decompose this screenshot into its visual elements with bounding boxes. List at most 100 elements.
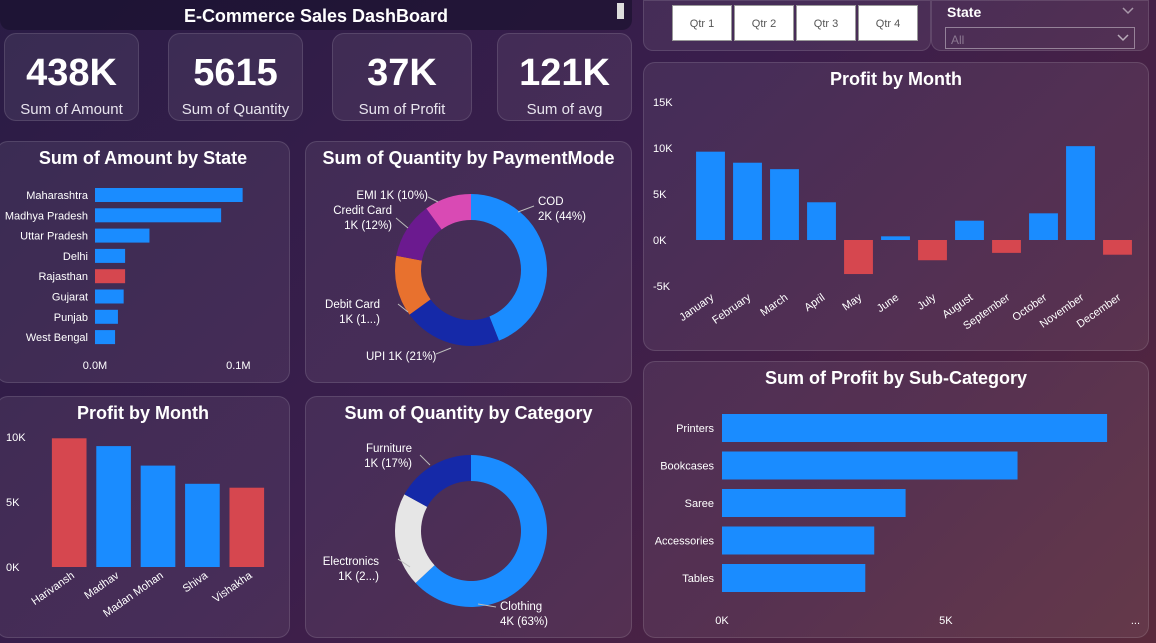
bar-label: Maharashtra xyxy=(26,190,89,202)
bar xyxy=(992,240,1021,253)
leader-line xyxy=(517,205,535,213)
donut-slice xyxy=(395,494,435,584)
bar xyxy=(733,162,762,240)
kpi-value: 37K xyxy=(367,52,437,94)
bar xyxy=(95,248,126,263)
kpi-card-quantity: 5615 Sum of Quantity xyxy=(168,33,303,121)
x-tick-label: June xyxy=(875,292,901,316)
x-tick-label: 0.1M xyxy=(226,360,250,372)
dashboard-title: E-Commerce Sales DashBoard xyxy=(183,6,449,26)
leader-line xyxy=(435,347,452,355)
x-tick-label: Harivansh xyxy=(29,570,76,608)
bar xyxy=(918,240,947,261)
bar-label: Printers xyxy=(676,423,714,435)
y-tick-label: 15K xyxy=(653,97,673,109)
slice-label: Debit Card xyxy=(325,299,380,311)
bar xyxy=(807,202,836,240)
qtr-1-button[interactable]: Qtr 1 xyxy=(672,5,732,41)
slice-detail: 1K (12%) xyxy=(344,220,392,232)
bar-label: Punjab xyxy=(54,312,88,324)
amount-by-state-chart: Maharashtra Madhya Pradesh Uttar Pradesh De… xyxy=(5,188,251,372)
x-tick-label: Shiva xyxy=(181,569,211,595)
bar-label: Bookcases xyxy=(660,461,714,473)
slice-label: EMI 1K (10%) xyxy=(356,190,428,202)
bar xyxy=(95,289,124,304)
bar xyxy=(722,564,866,592)
bar xyxy=(955,220,984,240)
kpi-value: 438K xyxy=(26,52,117,94)
bar xyxy=(95,269,126,284)
kpi-label: Sum of Quantity xyxy=(181,101,290,118)
qtr-2-button[interactable]: Qtr 2 xyxy=(734,5,794,41)
bar xyxy=(95,330,116,345)
slice-label: Furniture xyxy=(366,443,412,455)
x-tick-label: February xyxy=(710,291,753,326)
y-tick-label: 10K xyxy=(6,432,26,444)
bar xyxy=(1029,213,1058,240)
qtr-4-button[interactable]: Qtr 4 xyxy=(858,5,918,41)
donut-slice xyxy=(409,299,499,346)
scrollbar[interactable] xyxy=(617,3,624,19)
slice-label: Electronics xyxy=(323,556,379,568)
amount-by-state-card: Sum of Amount by State Maharashtra Madhya… xyxy=(0,141,290,383)
bar xyxy=(722,489,906,517)
bar xyxy=(140,465,176,567)
bar-label: West Bengal xyxy=(26,332,88,344)
x-tick-label: July xyxy=(915,291,938,312)
y-tick-label: 0K xyxy=(6,562,20,574)
profit-by-customer-card: Profit by Month 10K 5K 0K Harivansh Madhav Ma… xyxy=(0,396,290,638)
profit-by-customer-chart: 10K5K0KHarivansh MadhavMadan Mohan Shiva Vi… xyxy=(6,432,265,620)
bar xyxy=(95,309,118,324)
quantity-by-category-chart: Clothing 4K (63%) Electronics 1K (2...) Furn… xyxy=(323,443,548,628)
bar xyxy=(51,438,87,567)
x-tick-label: May xyxy=(840,291,864,313)
slice-detail: 1K (17%) xyxy=(364,458,412,470)
leader-line xyxy=(427,196,439,203)
x-tick-label: 0K xyxy=(715,615,729,627)
y-tick-label: 5K xyxy=(6,497,20,509)
more-indicator: ... xyxy=(1131,615,1140,627)
donut-slice xyxy=(471,194,547,341)
quantity-by-paymentmode-card: Sum of Quantity by PaymentMode COD 2K (44… xyxy=(305,141,632,383)
bar-label: Rajasthan xyxy=(38,271,88,283)
dashboard-title-bar: E-Commerce Sales DashBoard xyxy=(0,0,632,30)
slice-label: COD xyxy=(538,196,564,208)
qtr-3-button[interactable]: Qtr 3 xyxy=(796,5,856,41)
kpi-label: Sum of Amount xyxy=(20,101,123,118)
bar xyxy=(1103,240,1132,255)
bar xyxy=(95,188,243,202)
bar xyxy=(722,451,1018,480)
bar xyxy=(844,240,873,275)
kpi-card-amount: 438K Sum of Amount xyxy=(4,33,139,121)
chevron-down-icon xyxy=(1117,34,1129,42)
quantity-by-category-card: Sum of Quantity by Category Clothing 4K (… xyxy=(305,396,632,638)
y-tick-label: -5K xyxy=(653,281,671,293)
state-dropdown[interactable]: All xyxy=(945,27,1135,49)
x-tick-label: 0.0M xyxy=(83,360,107,372)
kpi-label: Sum of Profit xyxy=(358,101,446,118)
bar xyxy=(770,169,799,240)
state-dropdown-value: All xyxy=(951,33,965,47)
bar-label: Madhya Pradesh xyxy=(5,210,88,222)
collapse-chevron-icon[interactable] xyxy=(1121,6,1135,16)
bar-label: Accessories xyxy=(655,536,715,548)
leader-line xyxy=(395,217,409,229)
profit-by-month-chart: 15K10K5K0K-5KJanuaryFebruary March April Ma… xyxy=(653,97,1132,332)
bar xyxy=(881,236,910,240)
bar xyxy=(185,483,220,567)
leader-line xyxy=(419,454,431,466)
bar xyxy=(722,414,1108,442)
kpi-value: 5615 xyxy=(193,52,278,94)
y-tick-label: 10K xyxy=(653,143,673,155)
bar-label: Delhi xyxy=(63,251,88,263)
kpi-card-avg: 121K Sum of avg xyxy=(497,33,632,121)
bar xyxy=(96,446,131,567)
bar-label: Gujarat xyxy=(52,292,88,304)
quantity-by-paymentmode-chart: COD 2K (44%) UPI 1K (21%) Debit Card 1K (1..… xyxy=(325,190,586,363)
slice-label: UPI 1K (21%) xyxy=(366,351,436,363)
slice-label: Clothing xyxy=(500,601,542,613)
kpi-value: 121K xyxy=(519,52,610,94)
state-slicer-label: State xyxy=(947,4,982,20)
x-tick-label: Vishakha xyxy=(211,569,256,605)
bar xyxy=(722,526,875,555)
